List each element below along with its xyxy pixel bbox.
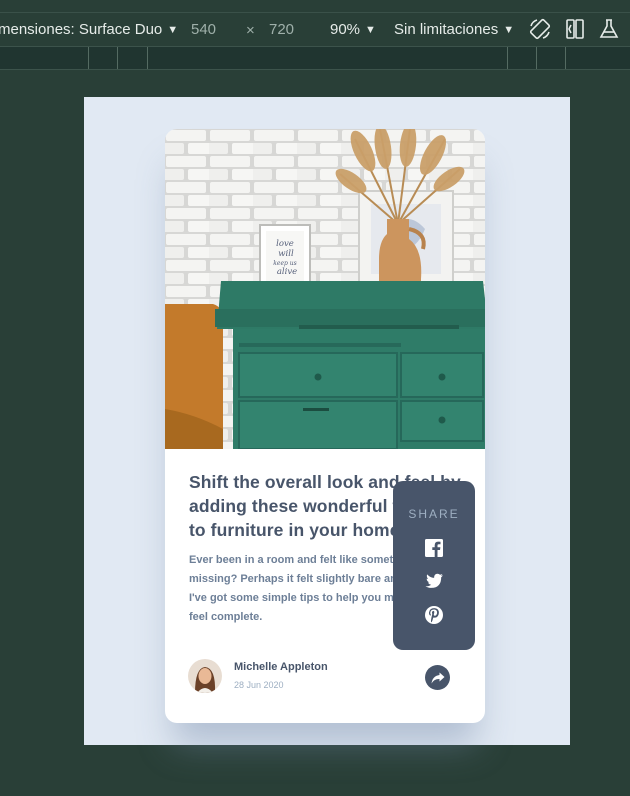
frame-text-2: will (278, 249, 294, 259)
ruler-tick (565, 47, 566, 69)
devtools-toolbar: mensiones: Surface Duo ▼ 540 × 720 90% ▼ S… (0, 0, 630, 46)
throttle-value: Sin limitaciones (394, 21, 499, 38)
author-name: Michelle Appleton (234, 661, 328, 673)
ruler-tick (536, 47, 537, 69)
throttle-select[interactable]: Sin limitaciones ▼ (394, 20, 514, 40)
share-label: SHARE (408, 507, 460, 521)
frame-text-3: keep us (273, 260, 296, 267)
chevron-down-icon: ▼ (503, 24, 515, 36)
width-input[interactable]: 540 (191, 20, 216, 40)
ruler-tick (147, 47, 148, 69)
ruler-tick (88, 47, 89, 69)
zoom-select[interactable]: 90% ▼ (330, 20, 376, 40)
pinterest-icon[interactable] (424, 605, 444, 625)
share-arrow-icon (431, 672, 444, 683)
device-select[interactable]: mensiones: Surface Duo ▼ (0, 20, 178, 40)
article-card: love will keep us alive Shift the overal… (165, 129, 485, 723)
experiment-flask-icon[interactable] (597, 17, 621, 41)
dual-screen-icon[interactable] (563, 17, 587, 41)
ruler-tick (117, 47, 118, 69)
chevron-down-icon: ▼ (167, 24, 179, 36)
device-label: mensiones: Surface Duo (0, 21, 163, 38)
dimension-separator: × (246, 22, 255, 39)
frame-text-1: love (276, 239, 294, 249)
avatar (188, 659, 222, 693)
frame-text-4: alive (277, 267, 297, 277)
twitter-icon[interactable] (424, 571, 444, 591)
device-ruler (0, 46, 630, 70)
rotate-icon[interactable] (528, 17, 552, 41)
zoom-value: 90% (330, 21, 361, 38)
share-popup: SHARE (393, 481, 475, 650)
share-button[interactable] (425, 665, 450, 690)
drawers-image: love will keep us alive (165, 129, 485, 449)
post-date: 28 Jun 2020 (234, 680, 284, 690)
toolbar-divider (0, 12, 630, 13)
height-input[interactable]: 720 (269, 20, 294, 40)
facebook-icon[interactable] (424, 538, 444, 558)
ruler-tick (507, 47, 508, 69)
device-viewport: love will keep us alive Shift the overal… (84, 97, 570, 745)
chevron-down-icon: ▼ (365, 24, 376, 36)
